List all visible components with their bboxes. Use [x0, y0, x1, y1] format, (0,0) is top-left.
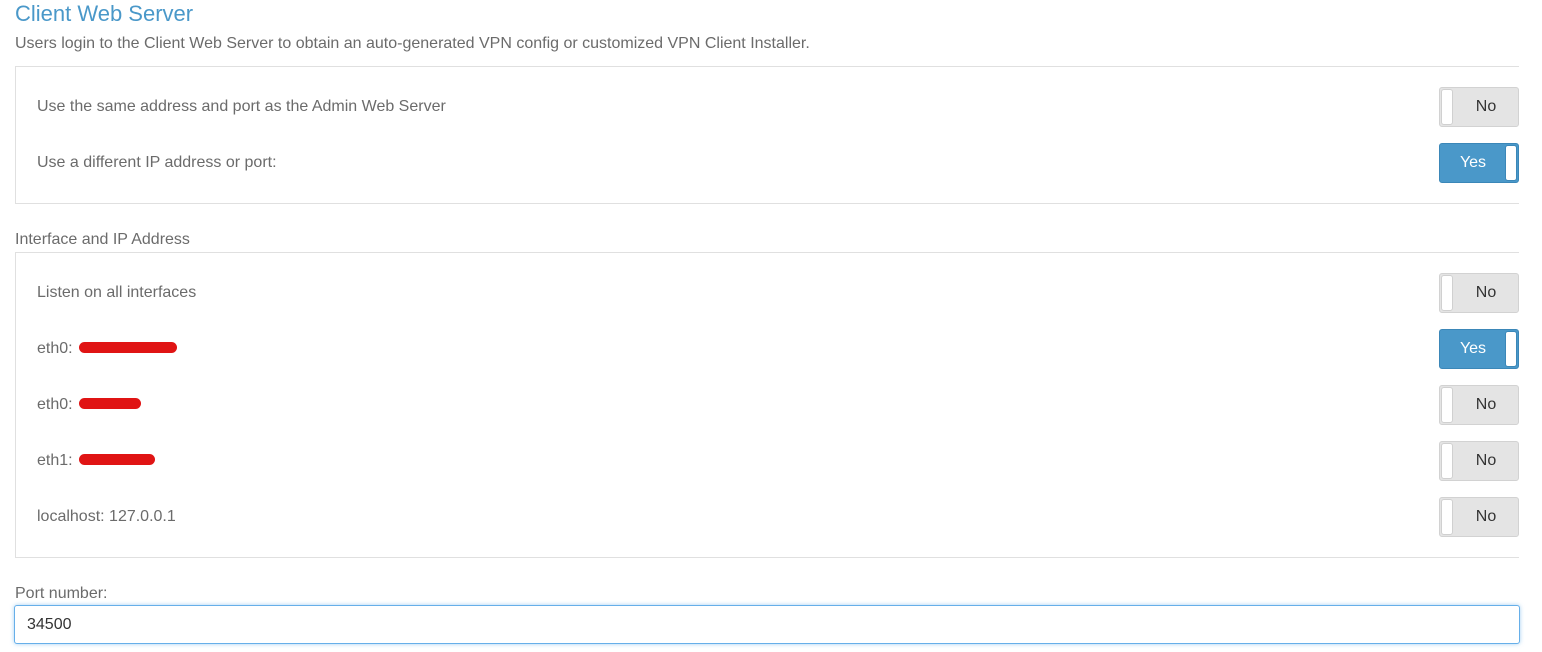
same-address-toggle[interactable]: No [1439, 87, 1519, 127]
eth1-toggle[interactable]: No [1439, 441, 1519, 481]
toggle-value: Yes [1459, 340, 1487, 357]
port-number-input[interactable] [14, 605, 1520, 644]
interface-row-localhost: localhost: 127.0.0.1 No [16, 497, 1520, 537]
interface-section-heading: Interface and IP Address [15, 231, 190, 248]
interface-options-panel: Listen on all interfaces No eth0: Yes et… [15, 252, 1519, 558]
toggle-knob [1441, 499, 1453, 535]
interface-row-eth1: eth1: No [16, 441, 1520, 481]
interface-label: localhost: 127.0.0.1 [37, 508, 176, 525]
eth0-b-toggle[interactable]: No [1439, 385, 1519, 425]
toggle-knob [1441, 387, 1453, 423]
toggle-knob [1441, 275, 1453, 311]
interface-row-eth0-b: eth0: No [16, 385, 1520, 425]
redaction-mark [79, 342, 178, 354]
toggle-value: Yes [1459, 154, 1487, 171]
toggle-knob [1441, 443, 1453, 479]
interface-label: Listen on all interfaces [37, 284, 197, 301]
client-web-server-settings: Client Web Server Users login to the Cli… [0, 0, 1542, 652]
section-title: Client Web Server [15, 1, 194, 26]
eth0-a-toggle[interactable]: Yes [1439, 329, 1519, 369]
interface-label: eth0: [37, 385, 142, 425]
toggle-knob [1441, 89, 1453, 125]
interface-row-eth0-a: eth0: Yes [16, 329, 1520, 369]
interface-row-all: Listen on all interfaces No [16, 273, 1520, 313]
different-address-toggle[interactable]: Yes [1439, 143, 1519, 183]
localhost-toggle[interactable]: No [1439, 497, 1519, 537]
interface-label: eth1: [37, 441, 156, 481]
section-description: Users login to the Client Web Server to … [15, 35, 810, 52]
toggle-value: No [1475, 98, 1497, 115]
listen-all-toggle[interactable]: No [1439, 273, 1519, 313]
address-options-panel: Use the same address and port as the Adm… [15, 66, 1519, 204]
toggle-value: No [1475, 396, 1497, 413]
same-address-label: Use the same address and port as the Adm… [37, 98, 446, 115]
toggle-knob [1505, 331, 1517, 367]
toggle-knob [1505, 145, 1517, 181]
redaction-mark [79, 454, 156, 466]
toggle-value: No [1475, 508, 1497, 525]
same-address-row: Use the same address and port as the Adm… [16, 87, 1520, 127]
toggle-value: No [1475, 452, 1497, 469]
different-address-label: Use a different IP address or port: [37, 154, 277, 171]
port-number-label: Port number: [15, 585, 108, 602]
interface-label: eth0: [37, 329, 178, 369]
different-address-row: Use a different IP address or port: Yes [16, 143, 1520, 183]
redaction-mark [79, 398, 142, 410]
toggle-value: No [1475, 284, 1497, 301]
